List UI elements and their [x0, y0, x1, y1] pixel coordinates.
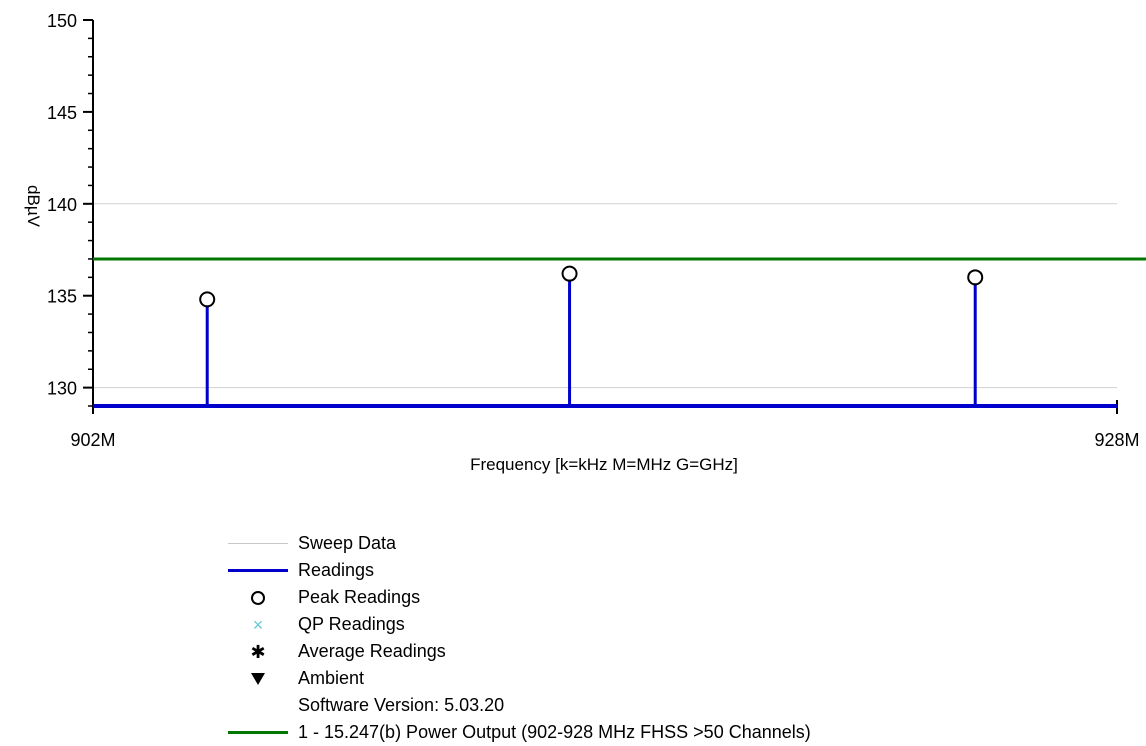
- peak-markers: [199, 265, 984, 308]
- limit-line-icon: [228, 719, 288, 746]
- readings-line-icon: [228, 557, 288, 584]
- y-tick-label: 130: [47, 379, 77, 399]
- legend-item-qp-readings: × QP Readings: [228, 611, 811, 638]
- cross-icon: ×: [252, 614, 264, 635]
- y-tick-label: 135: [47, 287, 77, 307]
- y-tick-label: 145: [47, 103, 77, 123]
- peak-reading-marker: [561, 265, 578, 282]
- legend-label: Peak Readings: [298, 587, 421, 607]
- legend-item-software-version: Software Version: 5.03.20: [228, 692, 811, 719]
- legend-item-limit-line: 1 - 15.247(b) Power Output (902-928 MHz …: [228, 719, 811, 746]
- y-tick-label: 150: [47, 11, 77, 31]
- legend-item-sweep-data: Sweep Data: [228, 530, 811, 557]
- legend-label: Ambient: [298, 668, 365, 688]
- sweep-data-line-icon: [228, 530, 288, 557]
- x-tick-label: 902M: [70, 430, 115, 450]
- legend-item-readings: Readings: [228, 557, 811, 584]
- software-version-text: Software Version: 5.03.20: [298, 695, 505, 715]
- x-axis-ticks: 902M 928M: [70, 430, 1139, 450]
- axes: [92, 20, 1118, 414]
- legend-item-ambient: Ambient: [228, 665, 811, 692]
- x-axis-label: Frequency [k=kHz M=MHz G=GHz]: [470, 455, 738, 474]
- x-tick-label: 928M: [1094, 430, 1139, 450]
- legend-item-peak-readings: Peak Readings: [228, 584, 811, 611]
- y-axis-ticks: 130 135 140 145 150: [47, 11, 93, 407]
- y-tick-label: 140: [47, 195, 77, 215]
- triangle-down-icon: [228, 665, 288, 692]
- legend-item-average-readings: ✱ Average Readings: [228, 638, 811, 665]
- circle-icon: [228, 584, 288, 611]
- y-axis-label: dBµV: [24, 185, 43, 228]
- peak-reading-marker: [967, 269, 984, 286]
- legend-label: Average Readings: [298, 641, 446, 661]
- legend-label: Sweep Data: [298, 533, 397, 553]
- asterisk-icon: ✱: [250, 641, 266, 662]
- legend: Sweep Data Readings Peak Readings × QP R…: [228, 530, 811, 746]
- peak-reading-marker: [199, 291, 216, 308]
- legend-label: QP Readings: [298, 614, 405, 634]
- gridlines: [93, 203, 1117, 389]
- legend-label: 1 - 15.247(b) Power Output (902-928 MHz …: [298, 722, 811, 742]
- legend-label: Readings: [298, 560, 375, 580]
- emissions-chart: 130 135 140 145 150 902M 928M Frequency [k=kH…: [24, 11, 1146, 474]
- readings-stems: [93, 279, 1117, 408]
